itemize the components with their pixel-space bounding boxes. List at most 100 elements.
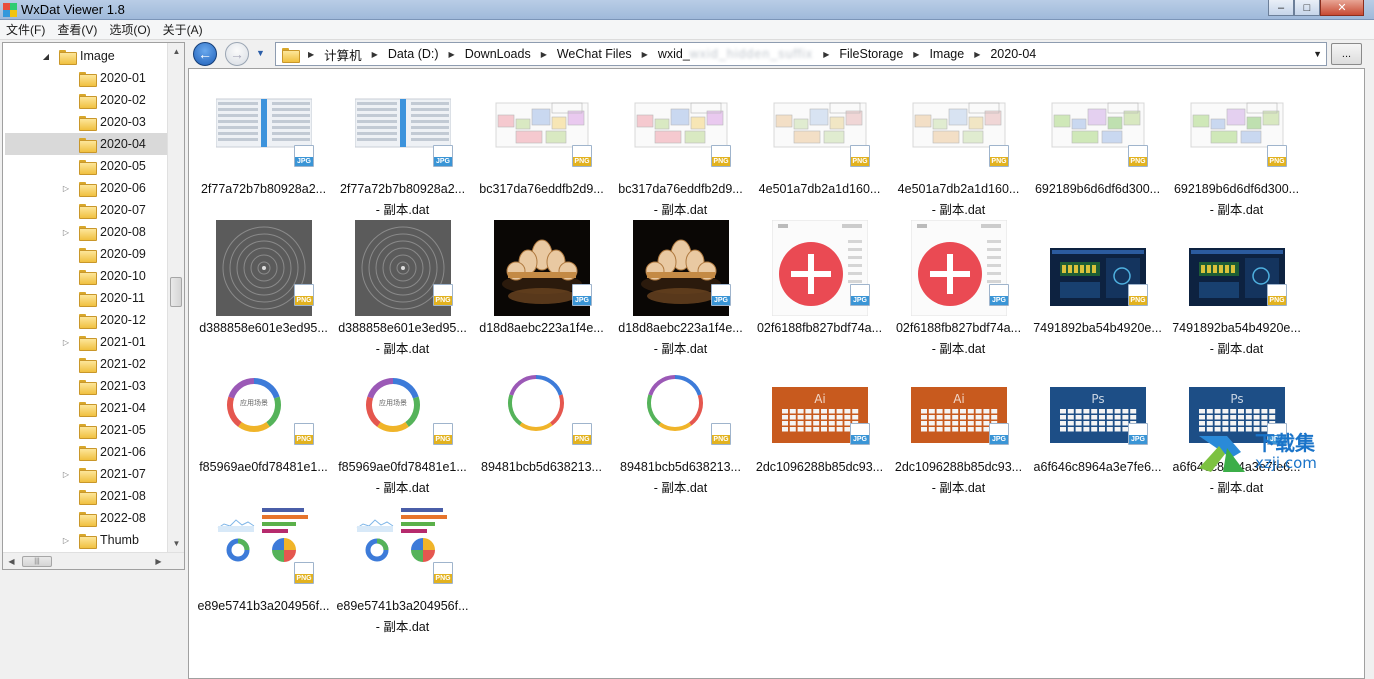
file-tile[interactable]: JPG 2f77a72b7b80928a2...	[196, 81, 331, 206]
file-tile[interactable]: PNG d388858e601e3ed95... - 副本.dat	[335, 220, 470, 356]
file-type-label: PNG	[573, 157, 591, 166]
back-arrow-icon[interactable]: ←	[193, 42, 217, 66]
file-tile[interactable]: 应用场景 PNG f85969ae0fd78481e1... - 副本.dat	[335, 359, 470, 495]
tree-item-2020-06[interactable]: ▷ 2020-06	[3, 177, 146, 199]
scroll-down-arrow-icon[interactable]: ▼	[168, 535, 185, 552]
file-tile[interactable]: PNG 7491892ba54b4920e... - 副本.dat	[1169, 220, 1304, 356]
file-tile[interactable]: PNG bc317da76eddfb2d9... - 副本.dat	[613, 81, 748, 217]
tree-item-2020-02[interactable]: 2020-02	[3, 89, 146, 111]
scroll-thumb-horizontal[interactable]: |||	[22, 556, 52, 567]
tree-item-thumb[interactable]: ▷ Thumb	[3, 529, 139, 551]
tree-item-2020-01[interactable]: 2020-01	[3, 67, 146, 89]
browse-button[interactable]: ...	[1331, 43, 1362, 65]
tree-item-2021-07[interactable]: ▷ 2021-07	[3, 463, 146, 485]
expand-arrow-icon[interactable]: ▷	[61, 536, 71, 545]
file-grid[interactable]: JPG 2f77a72b7b80928a2... JPG 2f77a72b7b8092…	[188, 68, 1365, 679]
tree-item-2020-08[interactable]: ▷ 2020-08	[3, 221, 146, 243]
tree-item-2021-04[interactable]: 2021-04	[3, 397, 146, 419]
tree-item-2020-09[interactable]: 2020-09	[3, 243, 146, 265]
file-tile[interactable]: PNG 4e501a7db2a1d160... - 副本.dat	[891, 81, 1026, 217]
breadcrumb-computer[interactable]: 计算机	[324, 45, 362, 64]
collapse-arrow-icon[interactable]: ◢	[41, 52, 51, 61]
menu-file[interactable]: 文件(F)	[0, 21, 51, 38]
file-tile[interactable]: PNG 4e501a7db2a1d160...	[752, 81, 887, 206]
scroll-right-arrow-icon[interactable]: ▶	[150, 553, 167, 570]
expand-arrow-icon[interactable]: ▷	[61, 184, 71, 193]
file-tile[interactable]: JPG 02f6188fb827bdf74a...	[752, 219, 887, 345]
file-tile[interactable]: JPG d18d8aebc223a1f4e...	[474, 220, 609, 345]
tree-item-2020-03[interactable]: 2020-03	[3, 111, 146, 133]
breadcrumb-separator-icon[interactable]: ▶	[308, 50, 314, 59]
file-name: bc317da76eddfb2d9...	[479, 182, 604, 196]
file-tile[interactable]: PNG d388858e601e3ed95...	[196, 220, 331, 345]
forward-arrow-icon[interactable]: →	[225, 42, 249, 66]
file-tile[interactable]: PNG 89481bcb5d638213... - 副本.dat	[613, 359, 748, 495]
tree-item-2020-11[interactable]: 2020-11	[3, 287, 145, 309]
breadcrumb-image[interactable]: Image	[929, 47, 964, 61]
menu-options[interactable]: 选项(O)	[103, 21, 156, 38]
tree-item-2020-04[interactable]: 2020-04	[5, 133, 168, 155]
history-dropdown-icon[interactable]: ▼	[256, 48, 265, 58]
breadcrumb-separator-icon[interactable]: ▶	[913, 50, 919, 59]
scroll-left-arrow-icon[interactable]: ◀	[3, 553, 20, 570]
tree-item-2021-03[interactable]: 2021-03	[3, 375, 146, 397]
file-tile[interactable]: PNG 692189b6d6df6d300... - 副本.dat	[1169, 81, 1304, 217]
file-type-label: PNG	[295, 574, 313, 583]
file-tile[interactable]: JPG 02f6188fb827bdf74a... - 副本.dat	[891, 219, 1026, 356]
tree-item-2020-05[interactable]: 2020-05	[3, 155, 146, 177]
menu-about[interactable]: 关于(A)	[157, 21, 209, 38]
maximize-button[interactable]: □	[1294, 0, 1320, 16]
expand-arrow-icon[interactable]: ▷	[61, 338, 71, 347]
breadcrumb-downloads[interactable]: DownLoads	[465, 47, 531, 61]
expand-arrow-icon[interactable]: ▷	[61, 470, 71, 479]
file-tile[interactable]: JPG d18d8aebc223a1f4e... - 副本.dat	[613, 220, 748, 356]
file-tile[interactable]: JPG 2f77a72b7b80928a2... - 副本.dat	[335, 81, 470, 217]
tree-item-2021-06[interactable]: 2021-06	[3, 441, 146, 463]
tree-item-2021-05[interactable]: 2021-05	[3, 419, 146, 441]
tree-item-label: 2021-05	[100, 423, 146, 437]
breadcrumb-wxid[interactable]: wxid_wxid_hidden_suffix	[658, 47, 813, 61]
tree-item-2021-08[interactable]: 2021-08	[3, 485, 146, 507]
folder-tree[interactable]: ◢ Image 2020-01 2020-02 2020-03 2020-04 2020-0…	[2, 42, 185, 570]
tree-item-image[interactable]: ◢ Image	[3, 45, 115, 67]
file-tile[interactable]: PNG e89e5741b3a204956f... - 副本.dat	[335, 498, 470, 634]
breadcrumb-separator-icon[interactable]: ▶	[974, 50, 980, 59]
breadcrumb-filestorage[interactable]: FileStorage	[839, 47, 903, 61]
close-button[interactable]: ✕	[1320, 0, 1364, 16]
breadcrumb-separator-icon[interactable]: ▶	[642, 50, 648, 59]
file-tile[interactable]: PNG bc317da76eddfb2d9...	[474, 81, 609, 206]
tree-item-2020-10[interactable]: 2020-10	[3, 265, 146, 287]
scroll-up-arrow-icon[interactable]: ▲	[168, 43, 185, 60]
file-tile[interactable]: PNG 89481bcb5d638213...	[474, 359, 609, 484]
minimize-button[interactable]: –	[1268, 0, 1294, 16]
breadcrumb-wechat-files[interactable]: WeChat Files	[557, 47, 632, 61]
file-tile[interactable]: Ai JPG 2dc1096288b85dc93...	[752, 359, 887, 484]
breadcrumb-separator-icon[interactable]: ▶	[541, 50, 547, 59]
tree-item-2020-07[interactable]: 2020-07	[3, 199, 146, 221]
file-tile[interactable]: PNG 692189b6d6df6d300...	[1030, 81, 1165, 206]
expand-arrow-icon[interactable]: ▷	[61, 228, 71, 237]
breadcrumb-separator-icon[interactable]: ▶	[449, 50, 455, 59]
file-tile[interactable]: Ps JPG a6f646c8964a3e7fe6...	[1030, 359, 1165, 484]
tree-item-label: 2020-10	[100, 269, 146, 283]
file-name: 2dc1096288b85dc93...	[755, 460, 884, 474]
file-tile[interactable]: PNG 7491892ba54b4920e...	[1030, 220, 1165, 345]
file-tile[interactable]: PNG e89e5741b3a204956f...	[196, 498, 331, 623]
address-dropdown-icon[interactable]: ▼	[1313, 49, 1322, 59]
address-bar[interactable]: ▶ 计算机 ▶ Data (D:) ▶ DownLoads ▶ WeChat F…	[275, 42, 1327, 66]
breadcrumb-current[interactable]: 2020-04	[990, 47, 1036, 61]
file-tile[interactable]: 应用场景 PNG f85969ae0fd78481e1...	[196, 359, 331, 484]
tree-vertical-scrollbar[interactable]: ▲ ▼	[167, 43, 184, 552]
tree-item-2020-12[interactable]: 2020-12	[3, 309, 146, 331]
tree-horizontal-scrollbar[interactable]: ◀ ||| ▶	[3, 552, 184, 569]
tree-item-2022-08[interactable]: 2022-08	[3, 507, 146, 529]
scroll-thumb[interactable]	[170, 277, 182, 307]
tree-item-2021-02[interactable]: 2021-02	[3, 353, 146, 375]
tree-item-2021-01[interactable]: ▷ 2021-01	[3, 331, 146, 353]
breadcrumb-separator-icon[interactable]: ▶	[372, 50, 378, 59]
file-type-label: PNG	[434, 435, 452, 444]
menu-view[interactable]: 查看(V)	[51, 21, 103, 38]
breadcrumb-separator-icon[interactable]: ▶	[823, 50, 829, 59]
breadcrumb-drive[interactable]: Data (D:)	[388, 47, 439, 61]
file-tile[interactable]: Ai JPG 2dc1096288b85dc93... - 副本.dat	[891, 359, 1026, 495]
